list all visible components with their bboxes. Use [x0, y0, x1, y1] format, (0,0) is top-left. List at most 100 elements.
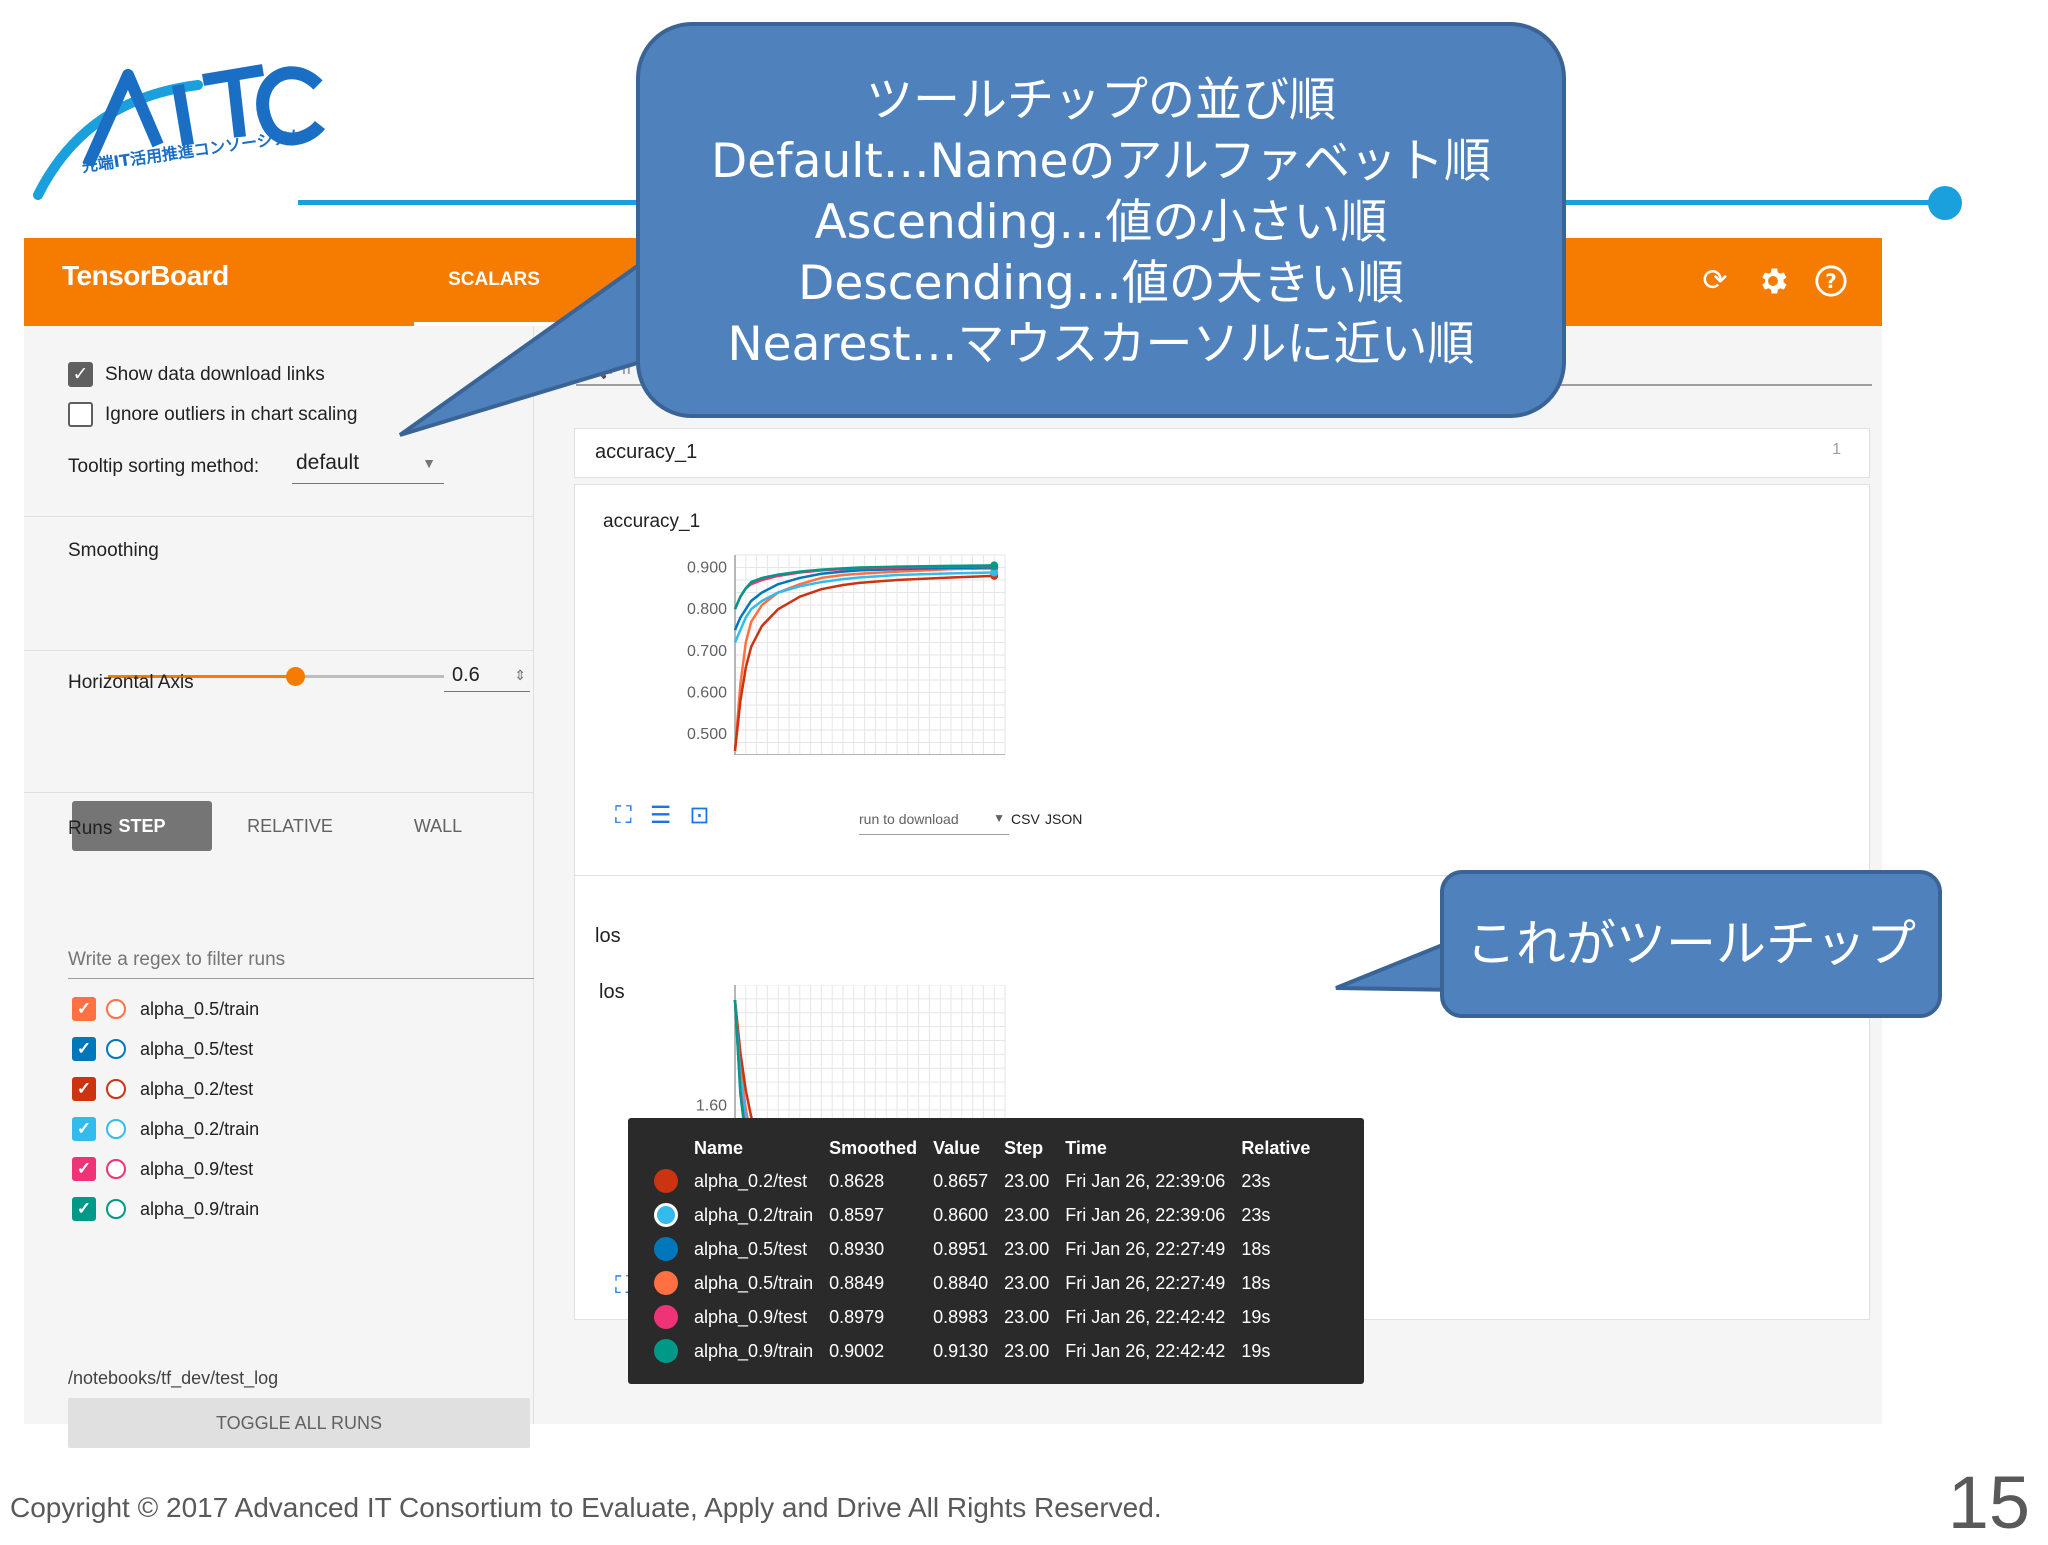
- tooltip-col-name: Name: [694, 1137, 744, 1158]
- csv-link[interactable]: CSV: [1011, 811, 1040, 827]
- tooltip-table: Name Smoothed Value Step Time Relative a…: [646, 1134, 1318, 1368]
- run-item[interactable]: ✓ alpha_0.2/train: [72, 1112, 259, 1146]
- y-tick-label: 0.600: [687, 685, 727, 702]
- run-checkbox[interactable]: ✓: [72, 997, 96, 1021]
- tooltip-col-value: Value: [933, 1137, 981, 1158]
- y-tick-label: 0.500: [687, 726, 727, 743]
- run-label: alpha_0.2/train: [140, 1118, 260, 1139]
- tooltip-relative: 23s: [1241, 1204, 1271, 1225]
- tooltip-time: Fri Jan 26, 22:27:49: [1065, 1272, 1226, 1293]
- run-checkbox[interactable]: ✓: [72, 1117, 96, 1141]
- tooltip-step: 23.00: [1004, 1272, 1050, 1293]
- help-icon[interactable]: ?: [1814, 264, 1848, 298]
- tooltip-relative: 18s: [1241, 1238, 1271, 1259]
- run-item[interactable]: ✓ alpha_0.5/train: [72, 992, 259, 1026]
- tooltip-time: Fri Jan 26, 22:39:06: [1065, 1204, 1226, 1225]
- log-path: /notebooks/tf_dev/test_log: [68, 1368, 279, 1388]
- run-checkbox[interactable]: ✓: [72, 1037, 96, 1061]
- tooltip-row: alpha_0.5/test 0.8930 0.8951 23.00 Fri J…: [646, 1232, 1318, 1266]
- tooltip-relative: 19s: [1241, 1340, 1271, 1361]
- tooltip-header-row: Name Smoothed Value Step Time Relative: [646, 1134, 1318, 1164]
- run-item[interactable]: ✓ alpha_0.9/test: [72, 1152, 253, 1186]
- copyright-text: Copyright © 2017 Advanced IT Consortium …: [10, 1492, 1162, 1523]
- run-radio[interactable]: [106, 1079, 126, 1099]
- tooltip-value: 0.8840: [933, 1272, 989, 1293]
- run-radio[interactable]: [106, 1119, 126, 1139]
- tooltip-time: Fri Jan 26, 22:27:49: [1065, 1238, 1226, 1259]
- accuracy-chart[interactable]: 0.9000.8000.7000.6000.5000.00010.0020.00…: [575, 545, 1135, 755]
- tooltip-smoothed: 0.8597: [829, 1204, 885, 1225]
- run-checkbox[interactable]: ✓: [72, 1197, 96, 1221]
- run-checkbox[interactable]: ✓: [72, 1157, 96, 1181]
- tooltip-relative: 19s: [1241, 1306, 1271, 1327]
- run-label: alpha_0.5/test: [140, 1038, 254, 1059]
- callout-tooltip-note: これがツールチップ: [1440, 870, 1942, 1018]
- y-tick-label: 1.60: [696, 1097, 727, 1114]
- run-color-swatch: [654, 1203, 678, 1227]
- run-label: alpha_0.5/train: [140, 998, 260, 1019]
- tooltip-value: 0.8983: [933, 1306, 989, 1327]
- log-scale-icon[interactable]: ☰: [650, 801, 672, 830]
- fullscreen-icon[interactable]: ⛶: [615, 802, 632, 830]
- tooltip-relative: 18s: [1241, 1272, 1271, 1293]
- run-checkbox[interactable]: ✓: [72, 1077, 96, 1101]
- tooltip-col-time: Time: [1065, 1137, 1107, 1158]
- tooltip-row: alpha_0.9/train 0.9002 0.9130 23.00 Fri …: [646, 1334, 1318, 1368]
- run-radio[interactable]: [106, 1159, 126, 1179]
- page-number: 15: [1947, 1461, 2030, 1544]
- run-color-swatch: [654, 1237, 678, 1261]
- run-list: ✓ alpha_0.5/train ✓ alpha_0.5/test ✓ alp…: [24, 326, 534, 1226]
- tooltip-step: 23.00: [1004, 1204, 1050, 1225]
- series-end-point: [990, 561, 999, 570]
- tooltip-time: Fri Jan 26, 22:39:06: [1065, 1170, 1226, 1191]
- run-item[interactable]: ✓ alpha_0.5/test: [72, 1032, 253, 1066]
- tooltip-run-name: alpha_0.9/train: [694, 1340, 814, 1361]
- toggle-all-runs-button[interactable]: TOGGLE ALL RUNS: [68, 1398, 530, 1448]
- tooltip-col-step: Step: [1004, 1137, 1044, 1158]
- run-color-swatch: [654, 1339, 678, 1363]
- svg-text:?: ?: [1825, 270, 1837, 293]
- header-rule-dot: [1928, 186, 1962, 220]
- tooltip-run-name: alpha_0.2/test: [694, 1170, 808, 1191]
- json-link[interactable]: JSON: [1045, 811, 1082, 827]
- run-item[interactable]: ✓ alpha_0.9/train: [72, 1192, 259, 1226]
- tooltip-col-relative: Relative: [1241, 1137, 1311, 1158]
- run-radio[interactable]: [106, 1039, 126, 1059]
- tooltip-run-name: alpha_0.5/test: [694, 1238, 808, 1259]
- run-radio[interactable]: [106, 999, 126, 1019]
- run-to-download-label: run to download: [859, 811, 959, 827]
- tooltip-relative: 23s: [1241, 1170, 1271, 1191]
- tooltip-value: 0.8600: [933, 1204, 989, 1225]
- settings-icon[interactable]: [1756, 264, 1790, 298]
- tooltip-smoothed: 0.8979: [829, 1306, 885, 1327]
- tooltip-value: 0.8951: [933, 1238, 989, 1259]
- run-color-swatch: [654, 1169, 678, 1193]
- app-title[interactable]: TensorBoard: [62, 260, 229, 292]
- chart-tooltip: Name Smoothed Value Step Time Relative a…: [628, 1118, 1364, 1384]
- callout-line: Default…Nameのアルファベット順: [711, 134, 1491, 189]
- chevron-down-icon: ▼: [993, 811, 1005, 825]
- tooltip-col-swatch: [646, 1134, 686, 1164]
- tooltip-step: 23.00: [1004, 1306, 1050, 1327]
- callout-line: Ascending…値の小さい順: [814, 195, 1388, 250]
- fit-domain-icon[interactable]: ⊡: [689, 801, 709, 830]
- tooltip-row: alpha_0.2/test 0.8628 0.8657 23.00 Fri J…: [646, 1164, 1318, 1198]
- run-item[interactable]: ✓ alpha_0.2/test: [72, 1072, 253, 1106]
- run-radio[interactable]: [106, 1199, 126, 1219]
- callout-line: Nearest…マウスカーソルに近い順: [727, 317, 1475, 372]
- callout-line: ツールチップの並び順: [866, 73, 1336, 128]
- run-to-download-select[interactable]: run to download ▼: [859, 811, 1009, 835]
- tooltip-run-name: alpha_0.5/train: [694, 1272, 814, 1293]
- tooltip-time: Fri Jan 26, 22:42:42: [1065, 1306, 1226, 1327]
- tooltip-smoothed: 0.8628: [829, 1170, 885, 1191]
- tooltip-run-name: alpha_0.9/test: [694, 1306, 808, 1327]
- tooltip-col-smoothed: Smoothed: [829, 1137, 918, 1158]
- y-tick-label: 0.800: [687, 601, 727, 618]
- run-label: alpha_0.9/test: [140, 1158, 254, 1179]
- sidebar: ✓ Show data download links Ignore outlie…: [24, 326, 534, 1448]
- tooltip-smoothed: 0.8930: [829, 1238, 885, 1259]
- refresh-icon[interactable]: ⟳: [1698, 264, 1732, 298]
- callout-sorting-explanation: ツールチップの並び順 Default…Nameのアルファベット順 Ascendi…: [636, 22, 1566, 418]
- chart-toolbar: ⛶ ☰ ⊡: [615, 801, 709, 830]
- category-header[interactable]: accuracy_1 1: [574, 428, 1870, 478]
